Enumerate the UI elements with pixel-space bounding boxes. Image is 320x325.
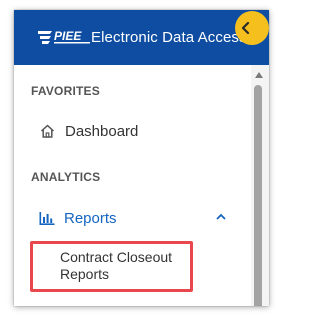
app-header: PIEE Electronic Data Access: [14, 10, 269, 65]
chevron-up-icon[interactable]: [216, 213, 226, 220]
sidebar-subitem-contract-closeout-reports[interactable]: Contract Closeout Reports: [31, 241, 194, 292]
sidebar-item-label: Reports: [64, 210, 117, 227]
collapse-sidebar-button[interactable]: [235, 11, 269, 45]
sidebar-item-dashboard[interactable]: Dashboard: [14, 114, 251, 148]
scrollbar[interactable]: [251, 65, 269, 306]
section-heading-favorites: FAVORITES: [31, 84, 100, 98]
chevron-left-icon: [241, 22, 250, 34]
sidebar-panel: PIEE Electronic Data Access FAVORITES Da…: [14, 10, 269, 306]
home-icon: [40, 124, 55, 138]
app-title: Electronic Data Access: [91, 29, 247, 46]
sidebar-item-reports[interactable]: Reports: [14, 201, 251, 235]
scrollbar-thumb[interactable]: [254, 85, 262, 306]
section-heading-analytics: ANALYTICS: [31, 170, 101, 184]
sidebar-subitem-label: Contract Closeout Reports: [60, 249, 173, 282]
scroll-up-arrow-icon[interactable]: [255, 72, 263, 78]
piee-logo: PIEE: [38, 29, 90, 44]
bar-chart-icon: [39, 212, 55, 225]
sidebar-item-label: Dashboard: [65, 123, 139, 140]
logo-text: PIEE: [54, 29, 82, 43]
